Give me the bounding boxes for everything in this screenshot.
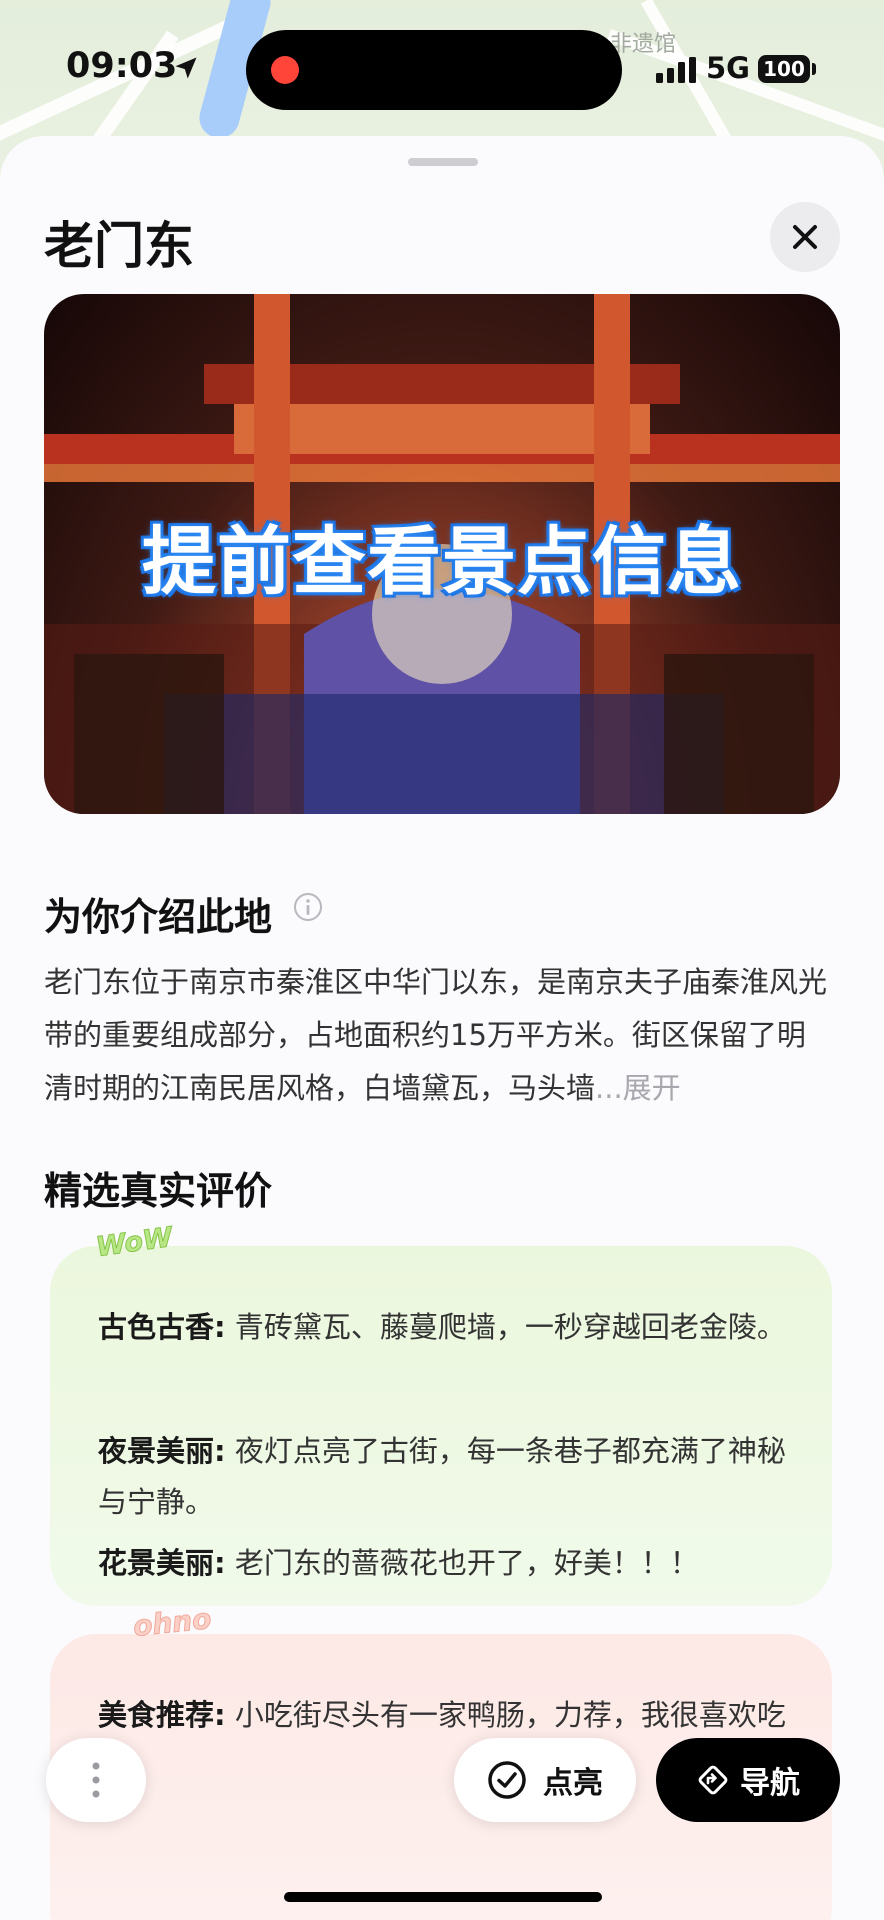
expand-link[interactable]: 展开 bbox=[623, 1071, 681, 1105]
review-tag: 古色古香: bbox=[98, 1310, 226, 1344]
review-item: 花景美丽: 老门东的蔷薇花也开了，好美！！！ bbox=[98, 1538, 788, 1589]
place-hero-image[interactable]: 提前查看景点信息 bbox=[44, 294, 840, 814]
intro-ellipsis: ... bbox=[595, 1071, 623, 1105]
place-detail-sheet: 老门东 提前查看景点信息 为你介绍此地 老门东位于南京市秦淮区中华门以东，是南京… bbox=[0, 136, 884, 1920]
review-tag: 花景美丽: bbox=[98, 1546, 226, 1580]
review-tag: 美食推荐: bbox=[98, 1698, 226, 1732]
recording-indicator-icon bbox=[271, 56, 299, 84]
battery-tip bbox=[812, 63, 816, 75]
intro-body: 老门东位于南京市秦淮区中华门以东，是南京夫子庙秦淮风光带的重要组成部分，占地面积… bbox=[44, 965, 828, 1105]
cellular-signal-icon bbox=[656, 57, 696, 83]
status-time: 09:03 bbox=[66, 46, 178, 86]
more-options-button[interactable] bbox=[46, 1738, 146, 1822]
place-title: 老门东 bbox=[44, 217, 194, 275]
info-icon[interactable] bbox=[292, 891, 324, 923]
home-indicator[interactable] bbox=[284, 1892, 602, 1902]
reviews-heading: 精选真实评价 bbox=[44, 1169, 273, 1213]
navigate-button[interactable]: 导航 bbox=[656, 1738, 840, 1822]
network-type: 5G bbox=[706, 51, 750, 85]
dynamic-island bbox=[246, 30, 622, 110]
location-arrow-icon bbox=[175, 57, 197, 79]
close-icon bbox=[793, 225, 817, 249]
review-text: 青砖黛瓦、藤蔓爬墙，一秒穿越回老金陵。 bbox=[225, 1310, 786, 1344]
status-bar: 09:03 5G 100 bbox=[0, 0, 884, 140]
navigate-label: 导航 bbox=[740, 1766, 800, 1801]
more-vertical-icon bbox=[92, 1762, 100, 1798]
review-item: 夜景美丽: 夜灯点亮了古街，每一条巷子都充满了神秘与宁静。 bbox=[98, 1426, 788, 1528]
close-button[interactable] bbox=[770, 202, 840, 272]
review-tag: 夜景美丽: bbox=[98, 1434, 226, 1468]
review-item: 古色古香: 青砖黛瓦、藤蔓爬墙，一秒穿越回老金陵。 bbox=[98, 1302, 788, 1353]
navigation-icon bbox=[698, 1765, 728, 1795]
battery-icon: 100 bbox=[758, 55, 810, 83]
review-text: 老门东的蔷薇花也开了，好美！！！ bbox=[225, 1546, 699, 1580]
intro-heading: 为你介绍此地 bbox=[44, 895, 273, 939]
light-up-button[interactable]: 点亮 bbox=[454, 1738, 636, 1822]
light-up-label: 点亮 bbox=[543, 1766, 603, 1801]
intro-text: 老门东位于南京市秦淮区中华门以东，是南京夫子庙秦淮风光带的重要组成部分，占地面积… bbox=[44, 956, 834, 1115]
hero-caption: 提前查看景点信息 bbox=[142, 519, 742, 605]
check-circle-icon bbox=[488, 1761, 526, 1799]
sheet-grabber[interactable] bbox=[408, 158, 478, 166]
